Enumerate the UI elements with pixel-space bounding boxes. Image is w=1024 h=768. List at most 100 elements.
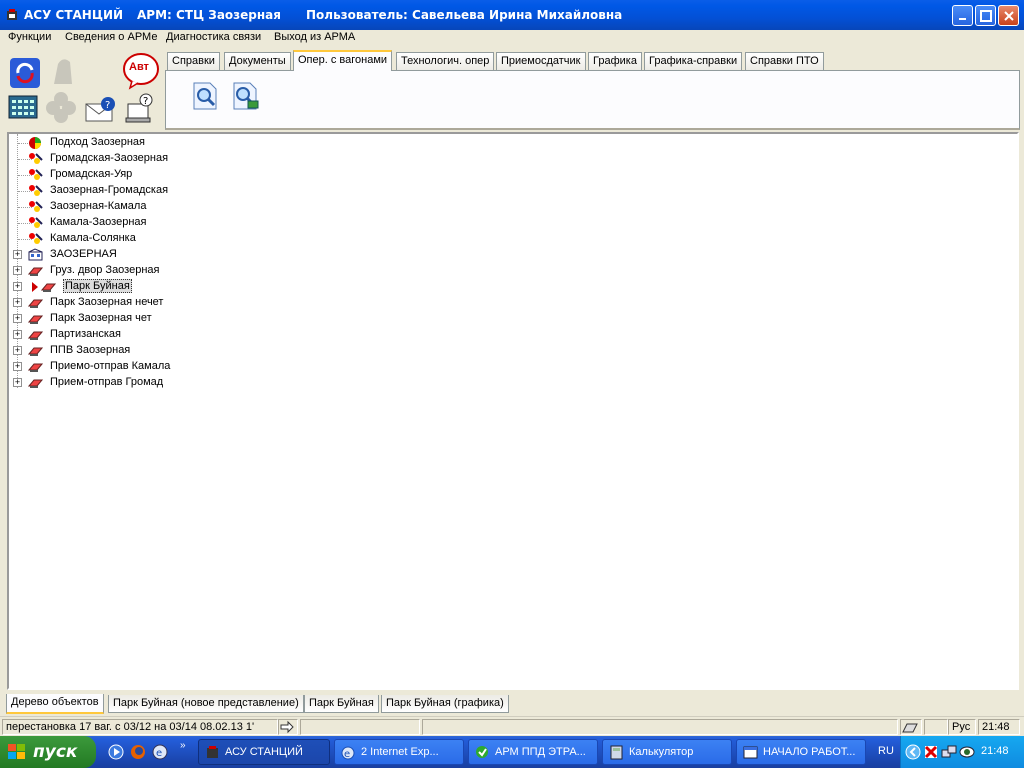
menu-diagnostics[interactable]: Диагностика связи (166, 31, 261, 43)
tree-item-label: Камала-Заозерная (50, 216, 147, 228)
tree-item[interactable]: + Парк Заозерная нечет (9, 295, 409, 311)
operations-tab-area: Справки Документы Опер. с вагонами Техно… (165, 50, 1020, 130)
tab-pto-reports[interactable]: Справки ПТО (745, 52, 824, 70)
task-internet-explorer[interactable]: e 2 Internet Exp... (334, 739, 464, 765)
start-button[interactable]: пуск (0, 736, 96, 768)
expand-toggle[interactable]: + (13, 362, 22, 371)
ie-icon: e (341, 746, 355, 760)
task-work-start[interactable]: НАЧАЛО РАБОТ... (736, 739, 866, 765)
computer-help-icon[interactable]: ? (124, 92, 156, 124)
tab-park-graphics[interactable]: Парк Буйная (графика) (381, 695, 509, 713)
task-arm-ppd[interactable]: АРМ ППД ЭТРА... (468, 739, 598, 765)
task-calculator[interactable]: Калькулятор (602, 739, 732, 765)
media-player-icon[interactable] (108, 744, 124, 760)
tree-item[interactable]: + Парк Заозерная чет (9, 311, 409, 327)
tree-item-label: ЗАОЗЕРНАЯ (50, 248, 117, 260)
tree-item[interactable]: + Приемо-отправ Камала (9, 359, 409, 375)
tree-item[interactable]: Громадская-Уяр (9, 167, 409, 183)
maximize-button[interactable] (975, 5, 996, 26)
tree-item-label: Заозерная-Громадская (50, 184, 169, 196)
tab-wagon-operations[interactable]: Опер. с вагонами (293, 50, 393, 71)
close-button[interactable] (998, 5, 1019, 26)
tray-expand-icon[interactable] (905, 744, 921, 760)
refresh-icon[interactable] (8, 56, 42, 90)
arm-ppd-icon (476, 746, 488, 758)
park-icon (27, 344, 44, 358)
app-icon (7, 9, 17, 20)
tree-item[interactable]: Подход Заозерная (9, 135, 409, 151)
taskbar-lang[interactable]: RU (878, 745, 894, 757)
task-asu-stations[interactable]: АСУ СТАНЦИЙ (198, 739, 330, 765)
tree-item[interactable]: + Прием-отправ Громад (9, 375, 409, 391)
object-tree[interactable]: Подход Заозерная Громадская-Заозерная Гром… (7, 132, 1019, 690)
menu-exit[interactable]: Выход из АРМА (274, 31, 355, 43)
tab-page (165, 70, 1020, 130)
tab-object-tree[interactable]: Дерево объектов (6, 694, 104, 714)
tree-item-label: Партизанская (50, 328, 121, 340)
tree-item[interactable]: Громадская-Заозерная (9, 151, 409, 167)
tab-graphics[interactable]: Графика (588, 52, 642, 70)
park-icon (27, 328, 44, 342)
park-icon (27, 312, 44, 326)
expand-toggle[interactable]: + (13, 378, 22, 387)
svg-text:e: e (156, 748, 162, 759)
route-icon (28, 232, 43, 246)
tab-documents[interactable]: Документы (224, 52, 291, 70)
quicklaunch-more-icon[interactable]: » (180, 740, 186, 751)
tree-item[interactable]: + Парк Буйная (9, 279, 409, 295)
title-bar[interactable]: АСУ СТАНЦИЙ АРМ: СТЦ Заозерная Пользоват… (0, 0, 1024, 30)
taskbar-clock[interactable]: 21:48 (981, 745, 1009, 757)
svg-text:e: e (344, 749, 350, 760)
search-document-icon[interactable] (190, 81, 220, 111)
expand-toggle[interactable]: + (13, 314, 22, 323)
browser-icon[interactable]: e (152, 744, 168, 760)
person-icon[interactable] (46, 54, 80, 88)
tree-item-label: Парк Заозерная чет (50, 312, 152, 324)
tab-receiver[interactable]: Приемосдатчик (496, 52, 586, 70)
tab-tech-operations[interactable]: Технологич. опер (396, 52, 495, 70)
menu-functions[interactable]: Функции (8, 31, 51, 43)
arrow-right-icon (280, 720, 294, 734)
clover-icon[interactable] (44, 90, 78, 124)
tree-item[interactable]: + Груз. двор Заозерная (9, 263, 409, 279)
park-icon (27, 360, 44, 374)
tree-item[interactable]: Заозерная-Громадская (9, 183, 409, 199)
tree-item[interactable]: + ЗАОЗЕРНАЯ (9, 247, 409, 263)
network-icon[interactable] (941, 744, 957, 760)
tree-item-label: Груз. двор Заозерная (50, 264, 160, 276)
tree-item-label: Заозерная-Камала (50, 200, 147, 212)
window-icon (743, 746, 758, 759)
status-bar: перестановка 17 ваг. с 03/12 на 03/14 08… (0, 716, 1024, 736)
tab-spravki[interactable]: Справки (167, 52, 220, 70)
tab-park[interactable]: Парк Буйная (304, 695, 379, 713)
minimize-button[interactable] (952, 5, 973, 26)
expand-toggle[interactable]: + (13, 298, 22, 307)
calculator-icon[interactable] (8, 94, 38, 122)
tree-item[interactable]: Заозерная-Камала (9, 199, 409, 215)
tree-item[interactable]: + Партизанская (9, 327, 409, 343)
keyboard-icon (902, 723, 918, 733)
eye-icon[interactable] (959, 744, 975, 760)
tree-item[interactable]: Камала-Заозерная (9, 215, 409, 231)
tree-item-label: Приемо-отправ Камала (50, 360, 171, 372)
park-icon (27, 296, 44, 310)
firefox-icon[interactable] (130, 744, 146, 760)
tab-park-new-view[interactable]: Парк Буйная (новое представление) (108, 695, 304, 713)
status-arrow-button[interactable] (278, 719, 298, 735)
park-icon (27, 376, 44, 390)
tab-graphics-reports[interactable]: Графика-справки (644, 52, 743, 70)
expand-toggle[interactable]: + (13, 330, 22, 339)
tree-item-label: Парк Буйная (63, 279, 132, 293)
expand-toggle[interactable]: + (13, 266, 22, 275)
expand-toggle[interactable]: + (13, 250, 22, 259)
antivirus-icon[interactable] (923, 744, 939, 760)
minimize-icon (959, 18, 966, 20)
expand-toggle[interactable]: + (13, 282, 22, 291)
search-document-computer-icon[interactable] (230, 81, 260, 111)
mail-help-icon[interactable]: ? (84, 94, 118, 124)
expand-toggle[interactable]: + (13, 346, 22, 355)
route-icon (28, 184, 43, 198)
menu-about-arm[interactable]: Сведения о АРМе (65, 31, 157, 43)
tree-item[interactable]: + ППВ Заозерная (9, 343, 409, 359)
tree-item[interactable]: Камала-Солянка (9, 231, 409, 247)
